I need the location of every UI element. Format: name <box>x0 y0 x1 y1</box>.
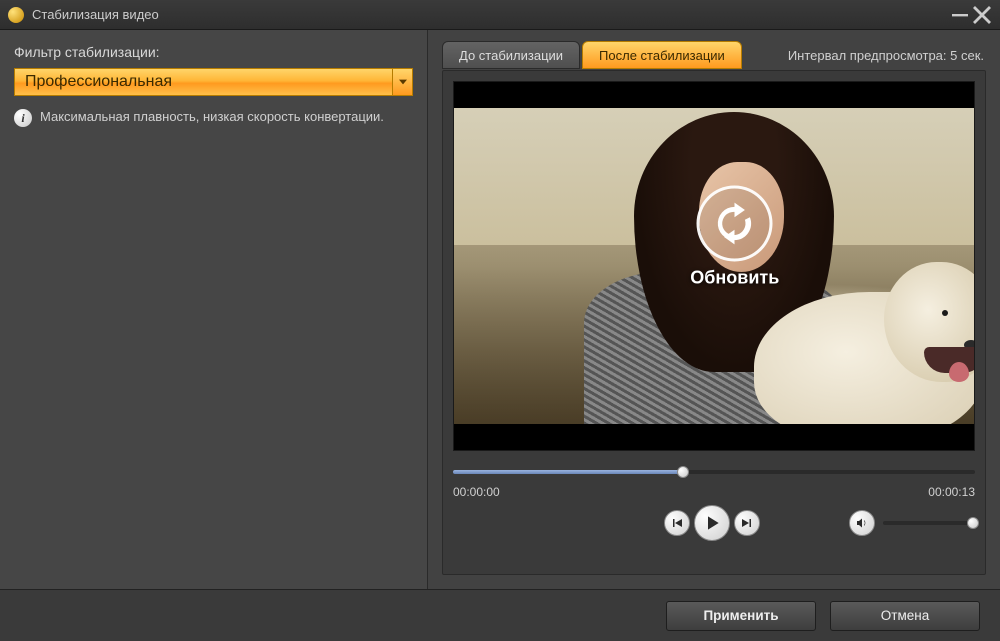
minimize-button[interactable] <box>950 5 970 25</box>
apply-button-label: Применить <box>703 608 778 623</box>
volume-handle[interactable] <box>967 517 979 529</box>
filter-label: Фильтр стабилизации: <box>14 44 413 60</box>
cancel-button-label: Отмена <box>881 608 929 623</box>
prev-button[interactable] <box>664 510 690 536</box>
titlebar: Стабилизация видео <box>0 0 1000 30</box>
apply-button[interactable]: Применить <box>666 601 816 631</box>
player-controls <box>453 505 975 541</box>
tabs-row: До стабилизации После стабилизации Интер… <box>442 40 986 70</box>
preview-frame: Обновить 00:00:00 00:00:13 <box>442 70 986 575</box>
time-current: 00:00:00 <box>453 485 500 499</box>
window-title: Стабилизация видео <box>32 7 948 22</box>
time-total: 00:00:13 <box>928 485 975 499</box>
play-button[interactable] <box>694 505 730 541</box>
timeline[interactable] <box>453 465 975 479</box>
volume-button[interactable] <box>849 510 875 536</box>
app-icon <box>8 7 24 23</box>
timeline-fill <box>453 470 683 474</box>
next-button[interactable] <box>734 510 760 536</box>
footer: Применить Отмена <box>0 589 1000 641</box>
settings-panel: Фильтр стабилизации: Профессиональная i … <box>0 30 428 589</box>
filter-dropdown[interactable]: Профессиональная <box>14 68 413 96</box>
cancel-button[interactable]: Отмена <box>830 601 980 631</box>
filter-info: i Максимальная плавность, низкая скорост… <box>14 108 413 127</box>
dropdown-arrow-icon[interactable] <box>392 69 412 95</box>
timeline-handle[interactable] <box>677 466 689 478</box>
refresh-overlay[interactable]: Обновить <box>690 185 779 288</box>
tab-after-label: После стабилизации <box>599 48 725 63</box>
info-icon: i <box>14 109 32 127</box>
filter-info-text: Максимальная плавность, низкая скорость … <box>40 108 384 126</box>
video-preview[interactable]: Обновить <box>453 81 975 451</box>
tab-before[interactable]: До стабилизации <box>442 41 580 69</box>
refresh-label: Обновить <box>690 267 779 288</box>
refresh-icon <box>697 185 773 261</box>
preview-panel: До стабилизации После стабилизации Интер… <box>428 30 1000 589</box>
tab-before-label: До стабилизации <box>459 48 563 63</box>
volume-slider[interactable] <box>883 521 973 525</box>
close-button[interactable] <box>972 5 992 25</box>
preview-interval-label: Интервал предпросмотра: 5 сек. <box>788 48 984 63</box>
filter-dropdown-value: Профессиональная <box>15 69 392 95</box>
tab-after[interactable]: После стабилизации <box>582 41 742 69</box>
